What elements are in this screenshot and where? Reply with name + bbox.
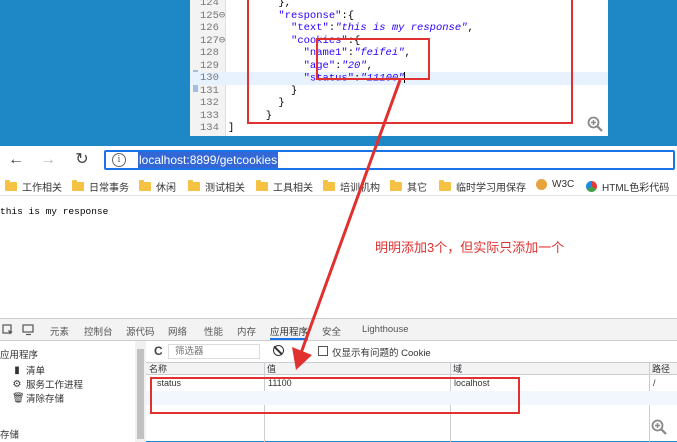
line-number: 126 (200, 22, 219, 34)
column-header-domain[interactable]: 域 (450, 363, 462, 375)
folder-icon (139, 180, 151, 191)
trash-icon: 🗑 (12, 392, 25, 404)
folder-icon (256, 180, 268, 191)
folder-icon (390, 180, 402, 191)
response-text: this is my response (0, 206, 109, 217)
tab-console[interactable]: 控制台 (84, 324, 113, 338)
line-number: 131 (200, 84, 219, 97)
scrollbar-thumb[interactable] (137, 349, 144, 439)
annotation-note: 明明添加3个，但实际只添加一个 (375, 240, 565, 255)
reload-icon[interactable]: ↻ (72, 150, 92, 170)
zoom-in-icon[interactable] (587, 116, 603, 132)
device-toolbar-icon[interactable] (22, 324, 35, 336)
line-number: 134 (200, 122, 219, 134)
info-icon[interactable]: i (112, 153, 126, 167)
tab-network[interactable]: 网络 (168, 324, 187, 338)
bookmark-folder[interactable]: 其它 (390, 179, 427, 194)
line-number: 124 (200, 0, 219, 9)
clear-cookies-icon[interactable] (273, 345, 284, 356)
application-sidebar: 应用程序 ▮ 清单 ⚙ 服务工作进程 🗑 清除存储 存储 (0, 341, 146, 442)
folder-icon (72, 180, 84, 191)
folder-icon (188, 180, 200, 191)
forward-arrow-icon[interactable]: → (38, 150, 58, 170)
line-number: 128 (200, 47, 219, 59)
annotation-box-cookie-row (150, 377, 520, 414)
sidebar-item-manifest[interactable]: ▮ 清单 (12, 363, 45, 378)
tab-performance[interactable]: 性能 (204, 324, 223, 338)
sidebar-item-service-workers[interactable]: ⚙ 服务工作进程 (12, 377, 84, 392)
bookmark-w3c[interactable]: W3C (536, 179, 574, 190)
inspect-element-icon[interactable] (2, 324, 14, 336)
code-text: ] (228, 122, 235, 134)
gear-icon: ⚙ (12, 378, 22, 390)
folder-icon (5, 180, 17, 191)
cookies-table-header: 名称 值 域 路径 (146, 363, 677, 375)
filter-input[interactable] (168, 344, 260, 359)
line-number: 125⊖ (200, 9, 226, 22)
code-editor[interactable]: 124 }, 125⊖ "response":{126 "text":"this … (190, 0, 608, 136)
color-wheel-icon (586, 181, 597, 192)
bookmark-folder[interactable]: 工具相关 (256, 179, 313, 194)
zoom-in-icon[interactable] (651, 419, 667, 435)
only-issues-label: 仅显示有问题的 Cookie (332, 348, 431, 359)
devtools-tab-bar: 元素 控制台 源代码 网络 性能 内存 应用程序 安全 Lighthouse (0, 319, 677, 341)
tab-memory[interactable]: 内存 (237, 324, 256, 338)
bookmark-folder[interactable]: 日常事务 (72, 179, 129, 194)
bookmark-folder[interactable]: 临时学习用保存 (439, 179, 526, 194)
sidebar-header: 应用程序 (0, 350, 39, 361)
bookmark-folder[interactable]: 休闲 (139, 179, 176, 194)
column-header-value[interactable]: 值 (264, 363, 276, 375)
tab-elements[interactable]: 元素 (50, 324, 69, 338)
sidebar-item-clear-storage[interactable]: 🗑 清除存储 (12, 391, 64, 406)
sidebar-section-storage: 存储 (0, 430, 20, 441)
sidebar-scrollbar[interactable] (135, 341, 146, 442)
url-text[interactable]: localhost:8899/getcookies (138, 152, 279, 168)
tab-security[interactable]: 安全 (322, 324, 341, 338)
cookie-path: / (653, 378, 656, 388)
bookmarks-bar: 工作相关 日常事务 休闲 测试相关 工具相关 培训机构 其它 临时学习用保存 W… (0, 174, 677, 196)
w3c-icon (536, 179, 547, 190)
only-issues-checkbox[interactable] (318, 346, 328, 356)
tab-application[interactable]: 应用程序 (270, 324, 309, 340)
refresh-icon[interactable]: C (154, 344, 163, 358)
bookmark-folder[interactable]: 工作相关 (5, 179, 62, 194)
line-number: 130 (200, 72, 219, 84)
column-header-path[interactable]: 路径 (649, 363, 670, 375)
annotation-box-cookies (316, 38, 430, 80)
file-icon: ▮ (14, 364, 20, 376)
folder-icon (439, 180, 451, 191)
line-number: 129 (200, 59, 219, 72)
address-bar[interactable]: i localhost:8899/getcookies (104, 150, 675, 170)
cookies-filter-bar: C 仅显示有问题的 Cookie (146, 341, 677, 363)
line-number: 133 (200, 109, 219, 122)
tab-sources[interactable]: 源代码 (126, 324, 155, 338)
line-number: 132 (200, 97, 219, 109)
tab-lighthouse[interactable]: Lighthouse (362, 324, 408, 335)
bookmark-html-colors[interactable]: HTML色彩代码 (586, 179, 669, 194)
back-arrow-icon[interactable]: ← (6, 150, 26, 170)
line-number: 127⊖ (200, 34, 226, 47)
bookmark-folder[interactable]: 测试相关 (188, 179, 245, 194)
browser-toolbar: ← → ↻ i localhost:8899/getcookies (0, 146, 677, 174)
bookmark-folder[interactable]: 培训机构 (323, 179, 380, 194)
column-header-name[interactable]: 名称 (146, 363, 167, 375)
folder-icon (323, 180, 335, 191)
